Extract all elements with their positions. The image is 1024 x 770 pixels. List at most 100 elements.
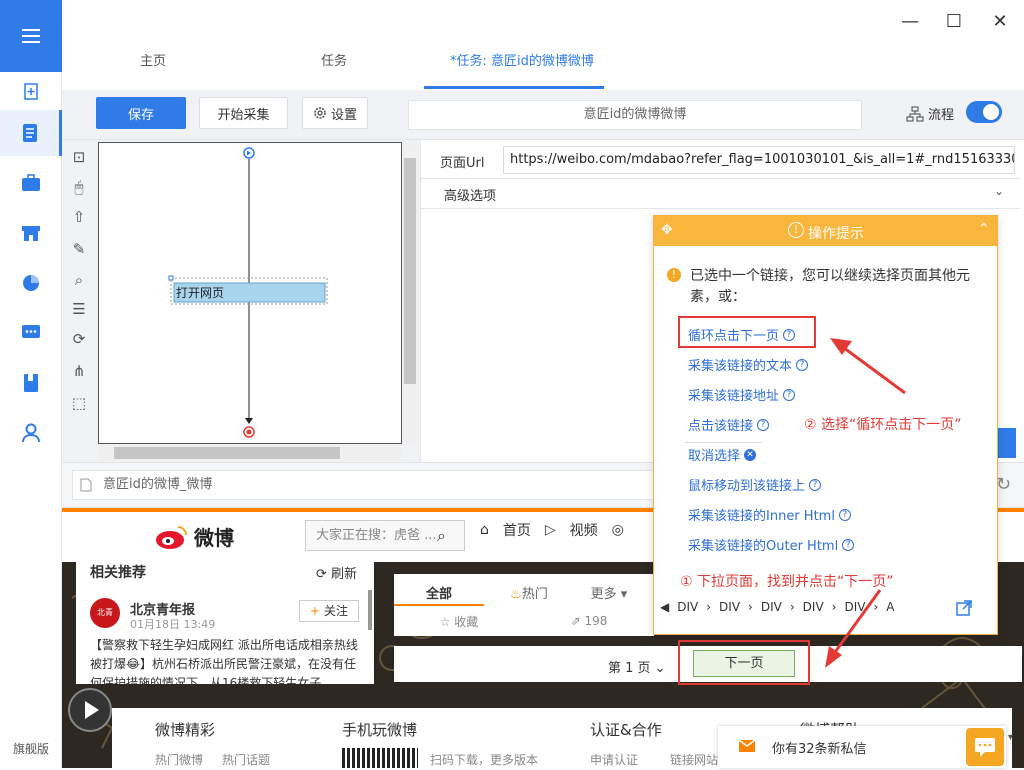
option-click-link[interactable]: 点击该链接? [688, 415, 770, 434]
footer-title-highlights: 微博精彩 [155, 721, 216, 739]
path-item[interactable]: DIV [844, 600, 865, 614]
compass-icon[interactable]: ◎ [612, 522, 624, 538]
advanced-options-label[interactable]: 高级选项 [444, 185, 496, 204]
briefcase-icon [22, 174, 40, 191]
message-nav[interactable] [0, 310, 62, 356]
follow-button[interactable]: + 关注 [299, 600, 359, 622]
feed-tab-hot-label: 热门 [521, 586, 548, 602]
option-collect-outer-html[interactable]: 采集该链接的Outer Html? [688, 535, 855, 554]
ocr-tool-icon[interactable]: ⌕ [68, 271, 90, 293]
option-collect-text[interactable]: 采集该链接的文本? [688, 355, 809, 374]
chat-button[interactable] [966, 728, 1004, 766]
flow-toggle[interactable] [966, 101, 1002, 123]
help-icon[interactable]: ? [757, 418, 770, 431]
annotation-step-2: ② 选择“循环点击下一页” [804, 417, 962, 433]
rec-refresh-button[interactable]: ⟳ 刷新 [316, 563, 357, 582]
chevron-down-icon[interactable]: ⌄ [994, 184, 1004, 198]
option-hover-link[interactable]: 鼠标移动到该链接上? [688, 475, 822, 494]
menu-button[interactable] [0, 0, 62, 72]
help-icon[interactable]: ? [842, 538, 855, 551]
close-icon[interactable]: ✕ [990, 12, 1010, 32]
help-icon[interactable]: ? [783, 388, 796, 401]
report-nav[interactable] [0, 260, 62, 306]
maximize-icon[interactable]: ☐ [944, 12, 964, 32]
collect-stat[interactable]: ☆ 收藏 [394, 613, 524, 630]
rec-scrollbar[interactable] [368, 590, 372, 630]
mouse-tool-icon[interactable]: 🖱 [68, 178, 90, 200]
loop-tool-icon[interactable]: ⟳ [68, 330, 90, 352]
save-button[interactable]: 保存 [96, 97, 186, 129]
help-icon[interactable]: ? [796, 358, 809, 371]
option-collect-url[interactable]: 采集该链接地址? [688, 385, 796, 404]
video-play-button[interactable] [68, 688, 112, 732]
feed-tab-more[interactable]: 更多 ▾ [574, 583, 644, 602]
panel-button-edge[interactable] [998, 428, 1016, 458]
settings-button[interactable]: 设置 [302, 97, 368, 129]
store-nav[interactable] [0, 210, 62, 256]
tab-home[interactable]: 主页 [140, 50, 166, 69]
path-sep-icon: › [706, 600, 712, 614]
start-collect-button[interactable]: 开始采集 [199, 97, 288, 129]
document-nav[interactable] [0, 110, 62, 156]
tips-title: 操作提示 [808, 226, 864, 242]
user-nav[interactable] [0, 410, 62, 456]
option-collect-inner-html[interactable]: 采集该链接的Inner Html? [688, 505, 851, 524]
canvas-vscroll-thumb[interactable] [404, 158, 416, 384]
option-cancel-selection[interactable]: 取消选择 ✕ [688, 445, 757, 464]
path-item[interactable]: DIV [677, 600, 698, 614]
weibo-logo[interactable]: 微博 [154, 522, 234, 551]
browser-address-bar[interactable]: 意匠id的微博_微博 [72, 470, 722, 500]
refresh-icon[interactable]: ↻ [996, 474, 1011, 495]
home-icon[interactable]: ⌂ [480, 522, 489, 538]
select-tool-icon[interactable]: ⬚ [68, 394, 90, 416]
tab-current-task[interactable]: *任务: 意匠id的微博微博 [450, 50, 594, 69]
export-tool-icon[interactable]: ⇧ [68, 208, 90, 230]
search-icon[interactable]: ⌕ [437, 526, 446, 546]
move-icon[interactable]: ✥ [661, 222, 673, 238]
book-nav[interactable] [0, 360, 62, 406]
video-icon[interactable]: ▷ [545, 522, 556, 538]
page-url-input[interactable]: https://weibo.com/mdabao?refer_flag=1001… [503, 146, 1015, 174]
feed-tab-all[interactable]: 全部 [394, 583, 484, 602]
canvas-hscroll-thumb[interactable] [114, 447, 340, 459]
help-icon[interactable]: ? [809, 478, 822, 491]
footer-link-sites[interactable]: 链接网站 [670, 751, 718, 768]
page-select[interactable]: 第 1 页 ⌄ [608, 657, 666, 676]
private-message-text[interactable]: 你有32条新私信 [772, 738, 867, 757]
footer-link-hot-topic[interactable]: 热门话题 [222, 751, 270, 768]
path-item[interactable]: DIV [761, 600, 782, 614]
new-task-nav[interactable] [0, 72, 62, 110]
tips-message: 已选中一个链接，您可以继续选择页面其他元素，或： [690, 268, 970, 305]
path-item[interactable]: DIV [719, 600, 740, 614]
tab-tasks[interactable]: 任务 [321, 50, 347, 69]
rec-post-text[interactable]: 【警察救下轻生孕妇成网红 派出所电话成相亲热线被打爆😂】杭州石桥派出所民警汪豪斌… [90, 636, 362, 684]
avatar[interactable]: 北青 [90, 598, 120, 628]
feed-tab-hot[interactable]: ♨热门 [484, 583, 574, 602]
open-external-icon[interactable] [956, 600, 972, 616]
collapse-icon[interactable]: ⌃ [978, 221, 990, 237]
cancel-icon[interactable]: ✕ [744, 448, 757, 461]
list-tool-icon[interactable]: ☰ [68, 300, 90, 322]
help-icon[interactable]: ? [838, 508, 851, 521]
qr-code-icon [342, 748, 418, 768]
screenshot-tool-icon[interactable]: ⊡ [68, 148, 90, 170]
share-stat[interactable]: ⇗ 198 [524, 614, 654, 628]
alert-icon: ! [788, 222, 804, 238]
minimize-icon[interactable]: — [900, 12, 920, 32]
footer-link-download[interactable]: 扫码下载，更多版本 [430, 751, 538, 768]
footer-link-apply[interactable]: 申请认证 [590, 751, 638, 768]
weibo-nav-home[interactable]: 首页 [503, 520, 531, 540]
tree-tool-icon[interactable]: ⋔ [68, 362, 90, 384]
scroll-down-icon[interactable]: ▾ [1008, 732, 1022, 746]
next-page-highlight-box [678, 640, 810, 685]
weibo-nav-video[interactable]: 视频 [570, 520, 598, 540]
edit-tool-icon[interactable]: ✎ [68, 240, 90, 262]
briefcase-nav[interactable] [0, 160, 62, 206]
task-name-field[interactable]: 意匠id的微博微博 [408, 100, 862, 130]
path-back-icon[interactable]: ◀ [660, 600, 669, 614]
footer-link-hot-weibo[interactable]: 热门微博 [155, 751, 203, 768]
open-page-node[interactable]: 打开网页 [176, 284, 224, 301]
tab-active-indicator [424, 86, 604, 89]
path-item[interactable]: DIV [803, 600, 824, 614]
path-item[interactable]: A [886, 600, 894, 614]
